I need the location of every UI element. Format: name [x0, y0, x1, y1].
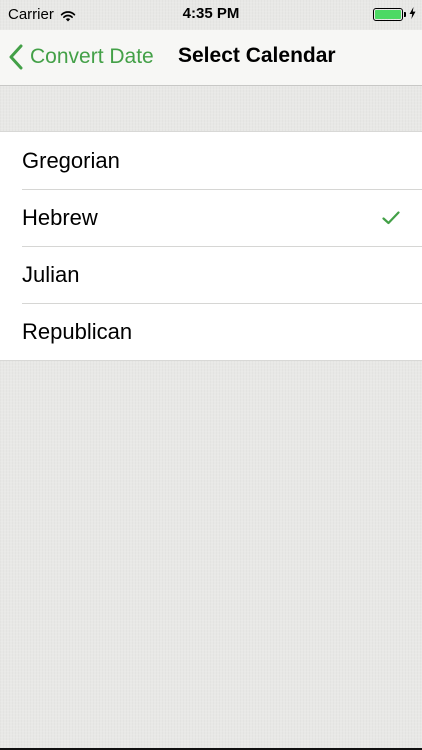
- battery-indicator: [373, 7, 416, 21]
- battery-nub: [404, 11, 406, 17]
- status-time: 4:35 PM: [182, 5, 240, 22]
- list-item-label: Hebrew: [22, 204, 98, 230]
- list-item-julian[interactable]: Julian: [0, 246, 422, 303]
- chevron-left-icon: [9, 44, 23, 70]
- battery-icon: [373, 7, 403, 21]
- navigation-bar: Convert Date Select Calendar: [0, 30, 422, 86]
- list-item-label: Republican: [22, 318, 133, 344]
- bolt-icon: [409, 7, 416, 21]
- checkmark-icon: [382, 210, 400, 224]
- calendar-list: Gregorian Hebrew Julian Republican: [0, 131, 422, 361]
- list-item-hebrew[interactable]: Hebrew: [0, 189, 422, 246]
- list-item-label: Julian: [22, 261, 80, 287]
- back-button[interactable]: Convert Date: [8, 40, 154, 74]
- page-title: Select Calendar: [178, 44, 336, 67]
- status-bar: Carrier 4:35 PM: [0, 0, 422, 30]
- list-item-republican[interactable]: Republican: [0, 303, 422, 360]
- battery-level: [375, 9, 401, 19]
- back-button-label: Convert Date: [30, 45, 154, 68]
- list-item-gregorian[interactable]: Gregorian: [0, 132, 422, 189]
- list-item-label: Gregorian: [22, 147, 120, 173]
